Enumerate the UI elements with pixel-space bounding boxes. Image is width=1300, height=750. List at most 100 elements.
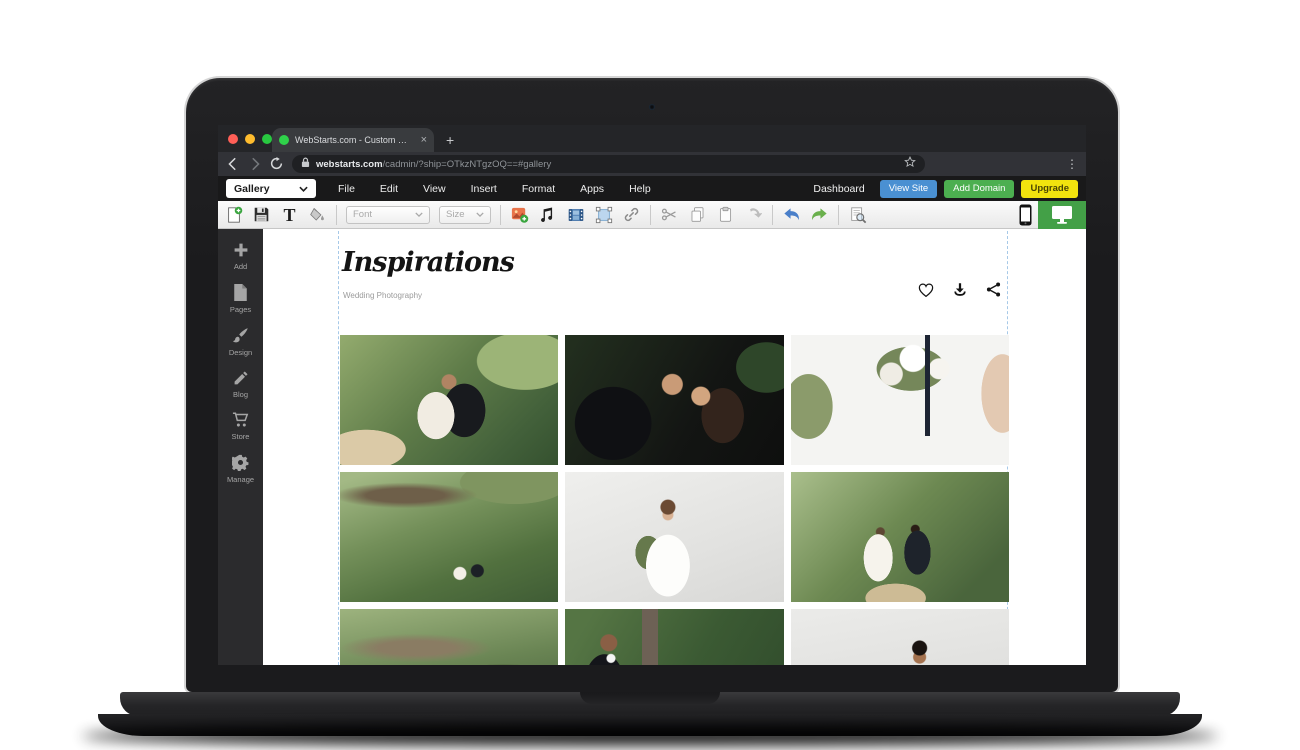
laptop-hinge-notch xyxy=(580,692,720,704)
laptop-mockup: WebStarts.com - Custom Web × + webstarts… xyxy=(0,0,1300,750)
reload-icon[interactable] xyxy=(270,157,284,171)
photo-grid xyxy=(340,335,1009,665)
preview-icon[interactable] xyxy=(848,205,867,224)
rotate-icon[interactable] xyxy=(744,205,763,224)
back-icon[interactable] xyxy=(226,157,240,171)
tab-title: WebStarts.com - Custom Web xyxy=(295,135,415,145)
new-page-icon[interactable] xyxy=(224,205,243,224)
share-icon[interactable] xyxy=(985,281,1003,299)
close-window-button[interactable] xyxy=(228,134,238,144)
cart-icon xyxy=(232,412,249,428)
menu-item-edit[interactable]: Edit xyxy=(380,183,398,195)
fill-icon[interactable] xyxy=(308,205,327,224)
menu-item-help[interactable]: Help xyxy=(629,183,651,195)
upgrade-button[interactable]: Upgrade xyxy=(1021,180,1078,198)
menu-item-insert[interactable]: Insert xyxy=(471,183,497,195)
editor-sidebar: Add Pages Design Blog Store xyxy=(218,229,263,665)
sidebar-item-add[interactable]: Add xyxy=(218,242,263,271)
sidebar-item-store[interactable]: Store xyxy=(218,412,263,441)
overflow-menu-icon[interactable]: ⋮ xyxy=(1066,157,1078,171)
font-dropdown[interactable]: Font xyxy=(346,206,430,224)
sidebar-item-label: Pages xyxy=(230,305,251,314)
menu-item-view[interactable]: View xyxy=(423,183,446,195)
sidebar-item-pages[interactable]: Pages xyxy=(218,284,263,314)
gallery-photo[interactable] xyxy=(340,472,558,602)
sidebar-item-label: Add xyxy=(234,262,247,271)
browser-tab[interactable]: WebStarts.com - Custom Web × xyxy=(272,128,434,152)
toolbar-separator xyxy=(838,205,839,225)
sidebar-item-label: Manage xyxy=(227,475,254,484)
site-favicon xyxy=(279,135,289,145)
gallery-photo[interactable] xyxy=(340,335,558,465)
sidebar-item-design[interactable]: Design xyxy=(218,327,263,357)
font-dropdown-label: Font xyxy=(353,209,372,220)
menu-bar-right: Dashboard View Site Add Domain Upgrade xyxy=(813,180,1078,198)
editor-workspace: Add Pages Design Blog Store xyxy=(218,229,1086,665)
laptop-shadow xyxy=(82,726,1218,746)
maximize-window-button[interactable] xyxy=(262,134,272,144)
cut-icon[interactable] xyxy=(660,205,679,224)
editor-toolbar: T Font Size xyxy=(218,201,1086,229)
menu-item-apps[interactable]: Apps xyxy=(580,183,604,195)
toolbar-separator xyxy=(336,205,337,225)
music-icon[interactable] xyxy=(538,205,557,224)
menu-item-file[interactable]: File xyxy=(338,183,355,195)
gallery-photo[interactable] xyxy=(791,609,1009,665)
webcam-icon xyxy=(649,104,655,110)
tab-close-icon[interactable]: × xyxy=(421,135,427,146)
chevron-down-icon xyxy=(476,212,484,217)
redo-icon[interactable] xyxy=(810,205,829,224)
paste-icon[interactable] xyxy=(716,205,735,224)
sidebar-item-label: Design xyxy=(229,348,252,357)
dashboard-link[interactable]: Dashboard xyxy=(813,183,864,195)
lock-icon xyxy=(301,155,310,173)
page-url: webstarts.com/cadmin/?ship=OTkzNTgzOQ==#… xyxy=(316,159,898,170)
forward-icon[interactable] xyxy=(248,157,262,171)
image-icon[interactable] xyxy=(510,205,529,224)
minimize-window-button[interactable] xyxy=(245,134,255,144)
desktop-view-icon[interactable] xyxy=(1038,201,1086,229)
gallery-photo[interactable] xyxy=(565,335,783,465)
chevron-down-icon xyxy=(299,186,308,192)
new-tab-button[interactable]: + xyxy=(446,132,454,152)
download-icon[interactable] xyxy=(951,281,969,299)
gallery-photo[interactable] xyxy=(340,609,558,665)
size-dropdown-label: Size xyxy=(446,209,464,220)
gear-icon xyxy=(232,454,249,471)
view-site-button[interactable]: View Site xyxy=(880,180,937,198)
bookmark-star-icon[interactable] xyxy=(904,155,916,173)
editor-menu-bar: Gallery File Edit View Insert Format App… xyxy=(218,176,1086,201)
page-selector-dropdown[interactable]: Gallery xyxy=(226,179,316,198)
laptop-base xyxy=(120,692,1180,716)
shape-icon[interactable] xyxy=(594,205,613,224)
sidebar-item-blog[interactable]: Blog xyxy=(218,370,263,399)
address-bar-input[interactable]: webstarts.com/cadmin/?ship=OTkzNTgzOQ==#… xyxy=(292,155,925,173)
toolbar-separator xyxy=(500,205,501,225)
plus-icon xyxy=(233,242,249,258)
text-icon[interactable]: T xyxy=(280,205,299,224)
sidebar-item-label: Store xyxy=(232,432,250,441)
mobile-view-icon[interactable] xyxy=(1012,204,1038,226)
toolbar-separator xyxy=(650,205,651,225)
gallery-actions xyxy=(263,281,1007,299)
undo-icon[interactable] xyxy=(782,205,801,224)
gallery-title[interactable]: Inspirations xyxy=(342,247,514,278)
add-domain-button[interactable]: Add Domain xyxy=(944,180,1014,198)
gallery-photo[interactable] xyxy=(565,472,783,602)
copy-icon[interactable] xyxy=(688,205,707,224)
browser-tab-bar: WebStarts.com - Custom Web × + xyxy=(218,125,1086,152)
favorite-icon[interactable] xyxy=(917,281,935,299)
video-icon[interactable] xyxy=(566,205,585,224)
gallery-photo[interactable] xyxy=(791,335,1009,465)
size-dropdown[interactable]: Size xyxy=(439,206,491,224)
sidebar-item-manage[interactable]: Manage xyxy=(218,454,263,484)
save-icon[interactable] xyxy=(252,205,271,224)
gallery-photo[interactable] xyxy=(565,609,783,665)
link-icon[interactable] xyxy=(622,205,641,224)
menu-item-format[interactable]: Format xyxy=(522,183,555,195)
sidebar-item-label: Blog xyxy=(233,390,248,399)
gallery-photo[interactable] xyxy=(791,472,1009,602)
brush-icon xyxy=(232,327,249,344)
page-icon xyxy=(233,284,248,301)
pencil-icon xyxy=(233,370,249,386)
